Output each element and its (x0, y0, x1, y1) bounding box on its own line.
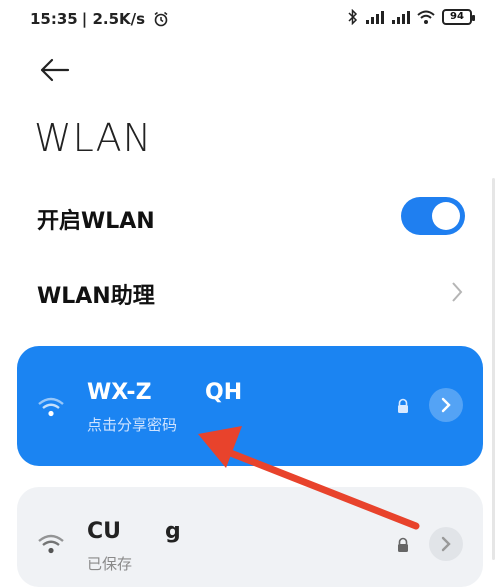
lock-icon (398, 537, 408, 552)
chevron-right-icon (441, 397, 451, 413)
network-details-button[interactable] (429, 527, 463, 561)
wifi-icon (38, 397, 64, 417)
scrollbar[interactable] (492, 178, 495, 560)
network-name-right: g (165, 519, 181, 544)
wifi-icon (38, 534, 64, 554)
enable-wlan-toggle[interactable] (401, 197, 465, 235)
status-time: 15:35 (30, 10, 78, 28)
enable-wlan-label: 开启WLAN (37, 209, 155, 234)
bluetooth-icon (348, 9, 358, 25)
wlan-assistant-label[interactable]: WLAN助理 (37, 278, 155, 310)
alarm-icon (154, 11, 168, 27)
network-subtitle[interactable]: 点击分享密码 (87, 414, 177, 435)
chevron-right-icon[interactable] (447, 278, 467, 306)
network-card-saved[interactable]: CU g 已保存 (17, 487, 483, 587)
status-right: 94 (348, 9, 475, 25)
network-card-connected[interactable]: WX-Z QH 点击分享密码 (17, 346, 483, 466)
status-network-speed: | 2.5K/s (81, 10, 146, 28)
battery-icon: 94 (442, 9, 475, 25)
signal-icon-2 (392, 11, 410, 24)
network-name-right: QH (205, 380, 243, 405)
lock-icon (398, 398, 408, 413)
signal-icon (366, 11, 384, 24)
toggle-knob (432, 202, 460, 230)
wifi-status-icon (417, 10, 435, 24)
redacted-region (125, 519, 165, 547)
status-bar: 15:35 | 2.5K/s 94 (0, 0, 500, 38)
network-name-left: WX-Z (87, 380, 152, 405)
network-name-left: CU (87, 519, 122, 544)
chevron-right-icon (441, 536, 451, 552)
network-subtitle: 已保存 (87, 555, 133, 573)
network-details-button[interactable] (429, 388, 463, 422)
page-title: WLAN (34, 116, 153, 160)
status-left: 15:35 | 2.5K/s (30, 10, 169, 28)
back-arrow-icon[interactable] (34, 55, 74, 85)
redacted-region (162, 378, 210, 406)
